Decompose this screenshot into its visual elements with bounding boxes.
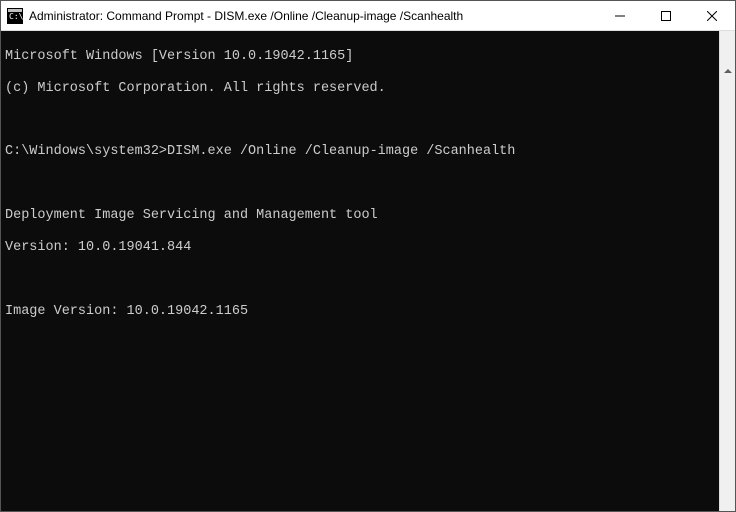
copyright-line: (c) Microsoft Corporation. All rights re… <box>5 81 731 97</box>
window-titlebar: C:\ Administrator: Command Prompt - DISM… <box>1 1 735 31</box>
minimize-button[interactable] <box>597 1 643 30</box>
version-line: Microsoft Windows [Version 10.0.19042.11… <box>5 49 731 65</box>
prompt-path: C:\Windows\system32> <box>5 144 167 159</box>
cmd-icon: C:\ <box>7 8 23 24</box>
blank-line <box>5 176 731 192</box>
dism-title-line: Deployment Image Servicing and Managemen… <box>5 208 731 224</box>
terminal-output[interactable]: Microsoft Windows [Version 10.0.19042.11… <box>1 31 735 511</box>
prompt-line: C:\Windows\system32>DISM.exe /Online /Cl… <box>5 144 731 160</box>
close-button[interactable] <box>689 1 735 30</box>
dism-version-line: Version: 10.0.19041.844 <box>5 240 731 256</box>
blank-line <box>5 272 731 288</box>
window-title: Administrator: Command Prompt - DISM.exe… <box>29 9 597 23</box>
blank-line <box>5 113 731 129</box>
maximize-button[interactable] <box>643 1 689 30</box>
vertical-scrollbar[interactable] <box>719 31 735 511</box>
window-controls <box>597 1 735 30</box>
scroll-up-arrow[interactable] <box>720 63 735 79</box>
svg-text:C:\: C:\ <box>9 12 23 21</box>
scroll-track[interactable] <box>720 111 735 511</box>
image-version-line: Image Version: 10.0.19042.1165 <box>5 304 731 320</box>
command-text: DISM.exe /Online /Cleanup-image /Scanhea… <box>167 144 515 159</box>
